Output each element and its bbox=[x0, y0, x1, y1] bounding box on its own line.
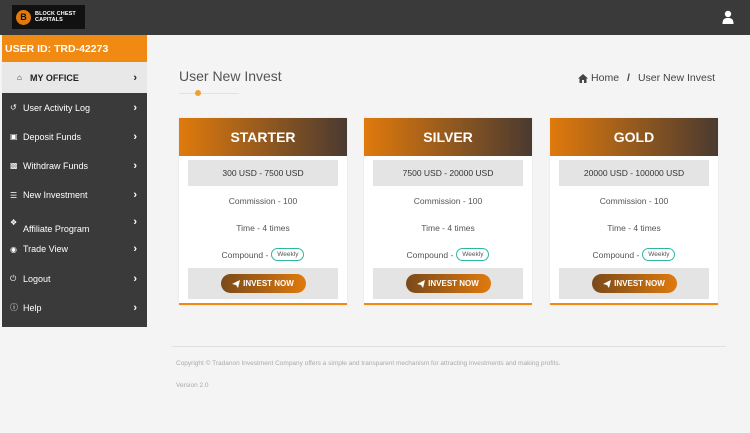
home-icon: ⌂ bbox=[17, 73, 22, 82]
sidebar: USER ID: TRD-42273 ⌂ MY OFFICE › ↺ User … bbox=[2, 35, 147, 327]
sidebar-item-label: User Activity Log bbox=[23, 102, 91, 113]
chevron-right-icon: › bbox=[133, 189, 137, 202]
plan-time: Time - 4 times bbox=[607, 222, 661, 233]
chevron-right-icon: › bbox=[133, 71, 137, 84]
compound-badge: Weekly bbox=[642, 248, 676, 261]
plan-compound: Compound - Weekly bbox=[179, 241, 347, 268]
money-icon: ▩ bbox=[10, 161, 18, 171]
plan-compound-label: Compound - bbox=[221, 249, 269, 260]
chevron-right-icon: › bbox=[133, 101, 137, 114]
plan-time: Time - 4 times bbox=[236, 222, 290, 233]
chevron-right-icon: › bbox=[133, 301, 137, 314]
plan-compound-label: Compound - bbox=[406, 249, 454, 260]
invest-now-label: INVEST NOW bbox=[428, 279, 479, 288]
paper-plane-icon bbox=[603, 279, 612, 288]
sidebar-item-label: Help bbox=[23, 302, 42, 313]
sidebar-item-my-office[interactable]: ⌂ MY OFFICE › bbox=[2, 62, 147, 93]
title-divider-dot bbox=[195, 90, 201, 96]
sidebar-item-label: Affiliate Program bbox=[23, 224, 90, 235]
chevron-right-icon: › bbox=[133, 130, 137, 143]
plan-name: GOLD bbox=[550, 118, 718, 156]
plan-range: 7500 USD - 20000 USD bbox=[373, 160, 523, 186]
history-icon: ↺ bbox=[10, 103, 17, 113]
database-icon: ☰ bbox=[10, 190, 18, 200]
copyright-text: Copyright © Tradanon Investment Company … bbox=[176, 360, 561, 367]
chevron-right-icon: › bbox=[133, 243, 137, 256]
plan-card-gold: GOLD 20000 USD - 100000 USD Commission -… bbox=[550, 118, 718, 305]
logo-mark: B bbox=[16, 9, 31, 25]
sidebar-item-label: New Investment bbox=[23, 190, 88, 201]
title-divider bbox=[179, 93, 239, 94]
sidebar-item-affiliate-program[interactable]: ❖ Affiliate Program › bbox=[2, 210, 147, 235]
plan-compound-label: Compound - bbox=[592, 249, 640, 260]
network-icon: ❖ bbox=[10, 217, 18, 227]
paper-plane-icon bbox=[417, 279, 426, 288]
invest-now-label: INVEST NOW bbox=[243, 279, 294, 288]
plan-name: SILVER bbox=[364, 118, 532, 156]
plan-footer: INVEST NOW bbox=[559, 268, 709, 299]
sidebar-item-trade-view[interactable]: ◉ Trade View › bbox=[2, 235, 147, 264]
sidebar-item-new-investment[interactable]: ☰ New Investment › bbox=[2, 181, 147, 210]
plan-name: STARTER bbox=[179, 118, 347, 156]
chevron-right-icon: › bbox=[133, 272, 137, 285]
sidebar-item-label: Trade View bbox=[23, 244, 69, 255]
invest-now-button[interactable]: INVEST NOW bbox=[405, 274, 491, 293]
home-icon bbox=[578, 73, 589, 83]
sidebar-item-label: Withdraw Funds bbox=[23, 160, 89, 171]
plan-compound: Compound - Weekly bbox=[364, 241, 532, 268]
user-icon[interactable] bbox=[722, 10, 734, 24]
plan-commission: Commission - 100 bbox=[413, 195, 483, 206]
invest-now-label: INVEST NOW bbox=[614, 279, 665, 288]
invest-now-button[interactable]: INVEST NOW bbox=[220, 274, 306, 293]
breadcrumb-current: User New Invest bbox=[637, 72, 715, 84]
invest-now-button[interactable]: INVEST NOW bbox=[591, 274, 677, 293]
sidebar-item-deposit-funds[interactable]: ▣ Deposit Funds › bbox=[2, 122, 147, 151]
page-title: User New Invest bbox=[179, 68, 282, 84]
plan-range: 300 USD - 7500 USD bbox=[188, 160, 338, 186]
plan-range: 20000 USD - 100000 USD bbox=[559, 160, 709, 186]
sidebar-item-label: Logout bbox=[23, 273, 51, 284]
compound-badge: Weekly bbox=[456, 248, 490, 261]
inbox-icon: ▣ bbox=[10, 132, 18, 142]
plan-card-silver: SILVER 7500 USD - 20000 USD Commission -… bbox=[364, 118, 532, 305]
power-icon: ⏻ bbox=[10, 273, 17, 283]
info-icon: ⓘ bbox=[10, 303, 18, 313]
breadcrumb-home-link[interactable]: Home bbox=[591, 72, 619, 84]
logo-line2: CAPITALS bbox=[35, 17, 63, 23]
chevron-right-icon: › bbox=[133, 159, 137, 172]
sidebar-item-label: MY OFFICE bbox=[30, 72, 79, 83]
chevron-right-icon: › bbox=[133, 216, 137, 229]
paper-plane-icon bbox=[232, 279, 241, 288]
top-bar: B BLOCK CHEST CAPITALS bbox=[0, 0, 750, 35]
plan-commission: Commission - 100 bbox=[599, 195, 669, 206]
sidebar-item-help[interactable]: ⓘ Help › bbox=[2, 293, 147, 322]
sidebar-item-user-activity-log[interactable]: ↺ User Activity Log › bbox=[2, 93, 147, 122]
plan-footer: INVEST NOW bbox=[373, 268, 523, 299]
plan-card-starter: STARTER 300 USD - 7500 USD Commission - … bbox=[179, 118, 347, 305]
globe-icon: ◉ bbox=[10, 244, 17, 254]
sidebar-item-label: Deposit Funds bbox=[23, 131, 82, 142]
breadcrumb: Home / User New Invest bbox=[578, 72, 715, 84]
logo[interactable]: B BLOCK CHEST CAPITALS bbox=[12, 5, 85, 29]
breadcrumb-separator: / bbox=[627, 72, 630, 84]
footer-divider bbox=[172, 346, 726, 347]
plan-commission: Commission - 100 bbox=[228, 195, 298, 206]
plan-time: Time - 4 times bbox=[421, 222, 475, 233]
plan-footer: INVEST NOW bbox=[188, 268, 338, 299]
compound-badge: Weekly bbox=[271, 248, 305, 261]
sidebar-item-logout[interactable]: ⏻ Logout › bbox=[2, 264, 147, 293]
plan-compound: Compound - Weekly bbox=[550, 241, 718, 268]
version-text: Version 2.0 bbox=[176, 382, 209, 389]
user-id-label: USER ID: TRD-42273 bbox=[2, 35, 147, 62]
sidebar-item-withdraw-funds[interactable]: ▩ Withdraw Funds › bbox=[2, 151, 147, 180]
